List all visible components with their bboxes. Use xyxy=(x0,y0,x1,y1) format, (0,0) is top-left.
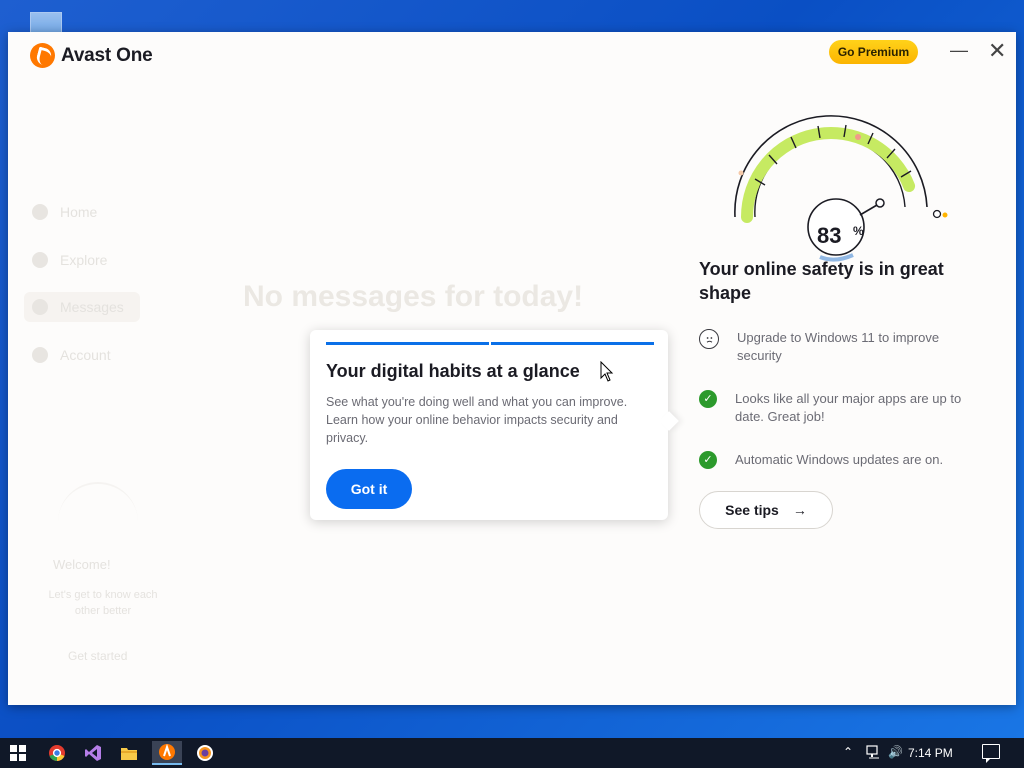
sidebar-item-home: Home xyxy=(32,204,97,220)
status-item: ✓ Looks like all your major apps are up … xyxy=(699,390,969,426)
gauge-value: 83 xyxy=(817,223,841,248)
notification-icon[interactable] xyxy=(982,744,1000,763)
home-icon xyxy=(32,204,48,220)
gauge-needle xyxy=(859,204,878,216)
status-item: Upgrade to Windows 11 to improve securit… xyxy=(699,329,969,365)
status-text: Upgrade to Windows 11 to improve securit… xyxy=(737,330,940,363)
gauge-needle-tip xyxy=(875,198,885,208)
decor-dot xyxy=(942,212,948,218)
sidebar-item-account: Account xyxy=(32,347,111,363)
gauge-unit: % xyxy=(853,224,864,238)
welcome-illustration xyxy=(58,482,138,534)
safety-title: Your online safety is in great shape xyxy=(699,259,944,303)
decor-dot xyxy=(932,209,942,219)
volume-icon[interactable]: 🔊 xyxy=(888,745,903,759)
onboarding-popover: Your digital habits at a glance See what… xyxy=(310,330,668,520)
step-progress xyxy=(326,342,654,345)
visual-studio-icon[interactable] xyxy=(78,741,108,765)
avast-logo-icon xyxy=(30,43,55,68)
account-icon xyxy=(32,347,48,363)
minimize-icon[interactable]: — xyxy=(950,41,968,60)
messages-title: No messages for today! xyxy=(243,280,584,313)
avast-icon[interactable] xyxy=(152,741,182,765)
app-name: Avast One xyxy=(61,44,153,66)
mouse-cursor-icon xyxy=(600,361,614,382)
welcome-link: Get started xyxy=(68,649,128,663)
decor-dot xyxy=(855,134,861,140)
see-tips-label: See tips xyxy=(725,502,779,518)
check-icon: ✓ xyxy=(699,451,717,469)
step-indicator xyxy=(491,342,654,345)
taskbar: ⌃ 🔊 7:14 PM xyxy=(0,738,1024,768)
avast-browser-icon[interactable] xyxy=(190,741,220,765)
welcome-heading: Welcome! xyxy=(53,557,111,572)
chrome-icon[interactable] xyxy=(42,741,72,765)
see-tips-button[interactable]: See tips → xyxy=(699,491,833,529)
clock[interactable]: 7:14 PM xyxy=(908,746,953,760)
avast-window: Avast One Go Premium — ✕ Home Explore Me… xyxy=(8,32,1016,705)
decor-dot xyxy=(738,170,744,176)
app-logo: Avast One xyxy=(30,43,153,68)
status-item: ✓ Automatic Windows updates are on. xyxy=(699,451,969,469)
arrow-right-icon: → xyxy=(792,502,807,518)
status-text: Automatic Windows updates are on. xyxy=(735,452,944,467)
windows-start-icon[interactable] xyxy=(10,745,26,761)
safety-gauge: 83 % xyxy=(734,115,948,262)
got-it-button[interactable]: Got it xyxy=(326,469,412,509)
welcome-subtext: Let's get to know each other better xyxy=(48,589,158,617)
chevron-up-icon[interactable]: ⌃ xyxy=(843,745,853,759)
file-explorer-icon[interactable] xyxy=(114,741,144,765)
status-text: Looks like all your major apps are up to… xyxy=(735,391,962,424)
network-icon[interactable] xyxy=(866,745,882,759)
sidebar-item-messages: Messages xyxy=(24,292,140,322)
explore-icon xyxy=(32,252,48,268)
popover-text: See what you're doing well and what you … xyxy=(326,395,628,445)
step-indicator xyxy=(326,342,489,345)
close-icon[interactable]: ✕ xyxy=(988,40,1006,62)
sad-face-icon xyxy=(699,329,719,349)
popover-title: Your digital habits at a glance xyxy=(326,361,580,381)
go-premium-button[interactable]: Go Premium xyxy=(829,40,918,64)
sidebar-item-explore: Explore xyxy=(32,252,107,268)
messages-icon xyxy=(32,299,48,315)
check-icon: ✓ xyxy=(699,390,717,408)
